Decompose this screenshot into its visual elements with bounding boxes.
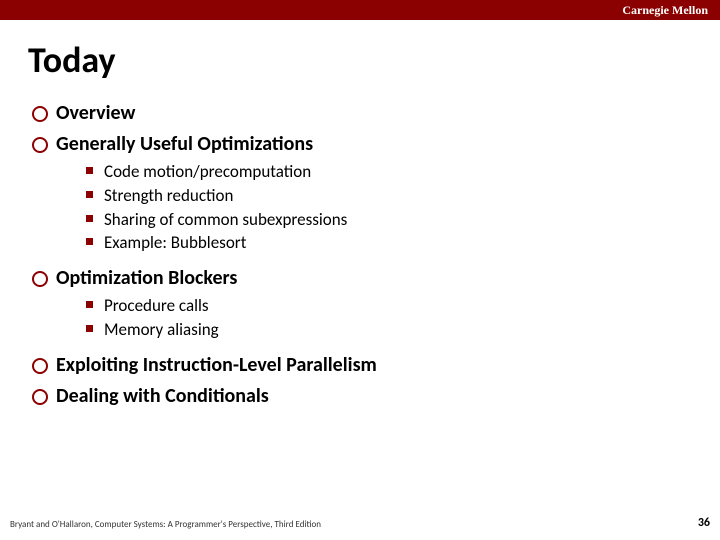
footer: Bryant and O'Hallaron, Computer Systems:… [10,516,710,530]
bullet-label: Exploiting Instruction-Level Parallelism [56,353,377,377]
slide-title: Today [28,38,720,82]
page-number: 36 [698,516,710,530]
slide-content: Overview Generally Useful Optimizations … [28,100,720,410]
subbullet: Code motion/precomputation [84,160,720,184]
footer-text: Bryant and O'Hallaron, Computer Systems:… [10,519,321,530]
subbullet: Strength reduction [84,184,720,208]
subbullet: Procedure calls [84,294,720,318]
subbullet: Sharing of common subexpressions [84,208,720,232]
brand-bar: Carnegie Mellon [0,0,720,20]
subbullet: Memory aliasing [84,318,720,342]
bullet-label: Dealing with Conditionals [56,384,269,408]
bullet-optimization-blockers: Optimization Blockers Procedure calls Me… [28,265,720,342]
bullet-ilp: Exploiting Instruction-Level Parallelism [28,352,720,379]
brand-text: Carnegie Mellon [622,3,708,18]
bullet-conditionals: Dealing with Conditionals [28,383,720,410]
bullet-generally-useful: Generally Useful Optimizations Code moti… [28,131,720,255]
bullet-label: Overview [56,101,135,125]
bullet-label: Optimization Blockers [56,266,237,290]
bullet-overview: Overview [28,100,720,127]
bullet-label: Generally Useful Optimizations [56,132,313,156]
subbullet: Example: Bubblesort [84,231,720,255]
